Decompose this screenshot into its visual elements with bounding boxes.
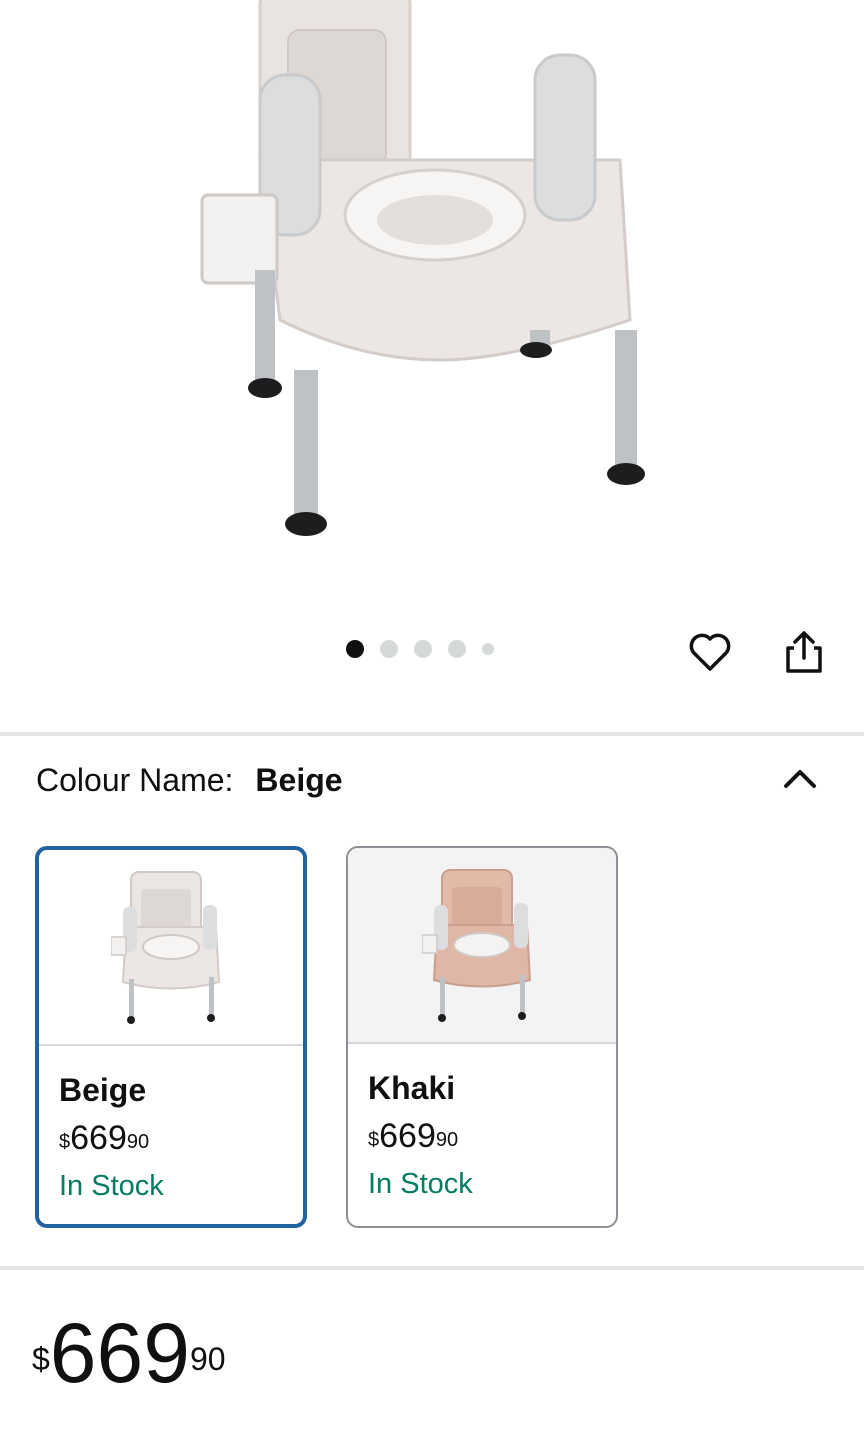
section-divider — [0, 1266, 864, 1270]
price-whole: 669 — [379, 1117, 436, 1155]
price-fraction: 90 — [189, 1341, 226, 1377]
chevron-up-icon[interactable] — [778, 758, 822, 802]
product-image — [200, 0, 645, 536]
product-price: $66990 — [32, 1308, 226, 1398]
share-icon[interactable] — [780, 628, 828, 676]
pagination-dot-2[interactable] — [380, 640, 398, 658]
product-image-gallery[interactable] — [0, 0, 864, 730]
colour-name-row: Colour Name: Beige — [36, 762, 343, 799]
variant-thumbnail — [39, 850, 303, 1046]
section-divider — [0, 732, 864, 736]
price-whole: 669 — [49, 1306, 190, 1400]
currency-symbol: $ — [368, 1129, 380, 1151]
price-fraction: 90 — [126, 1131, 150, 1153]
variant-price: $66990 — [368, 1114, 616, 1158]
pagination-dot-3[interactable] — [414, 640, 432, 658]
pagination-dot-4[interactable] — [448, 640, 466, 658]
colour-name-label: Colour Name: — [36, 762, 234, 798]
currency-symbol: $ — [59, 1131, 71, 1153]
variant-thumbnail — [348, 848, 616, 1044]
image-pagination-dots[interactable] — [346, 640, 494, 658]
variant-image-beige — [111, 871, 221, 1024]
variant-swatch-beige[interactable]: Beige $66990 In Stock — [35, 846, 307, 1228]
price-fraction: 90 — [435, 1129, 459, 1151]
stock-status: In Stock — [368, 1168, 473, 1200]
stock-status: In Stock — [59, 1170, 164, 1202]
price-whole: 669 — [70, 1119, 127, 1157]
variant-image-khaki — [422, 869, 532, 1022]
pagination-dot-5[interactable] — [482, 643, 494, 655]
variant-swatch-khaki[interactable]: Khaki $66990 In Stock — [346, 846, 618, 1228]
pagination-dot-1[interactable] — [346, 640, 364, 658]
variant-price: $66990 — [59, 1116, 303, 1160]
variant-name: Beige — [59, 1072, 147, 1108]
variant-name: Khaki — [368, 1070, 456, 1106]
currency-symbol: $ — [32, 1341, 50, 1377]
heart-outline-icon[interactable] — [686, 628, 734, 676]
colour-name-value: Beige — [255, 762, 343, 798]
